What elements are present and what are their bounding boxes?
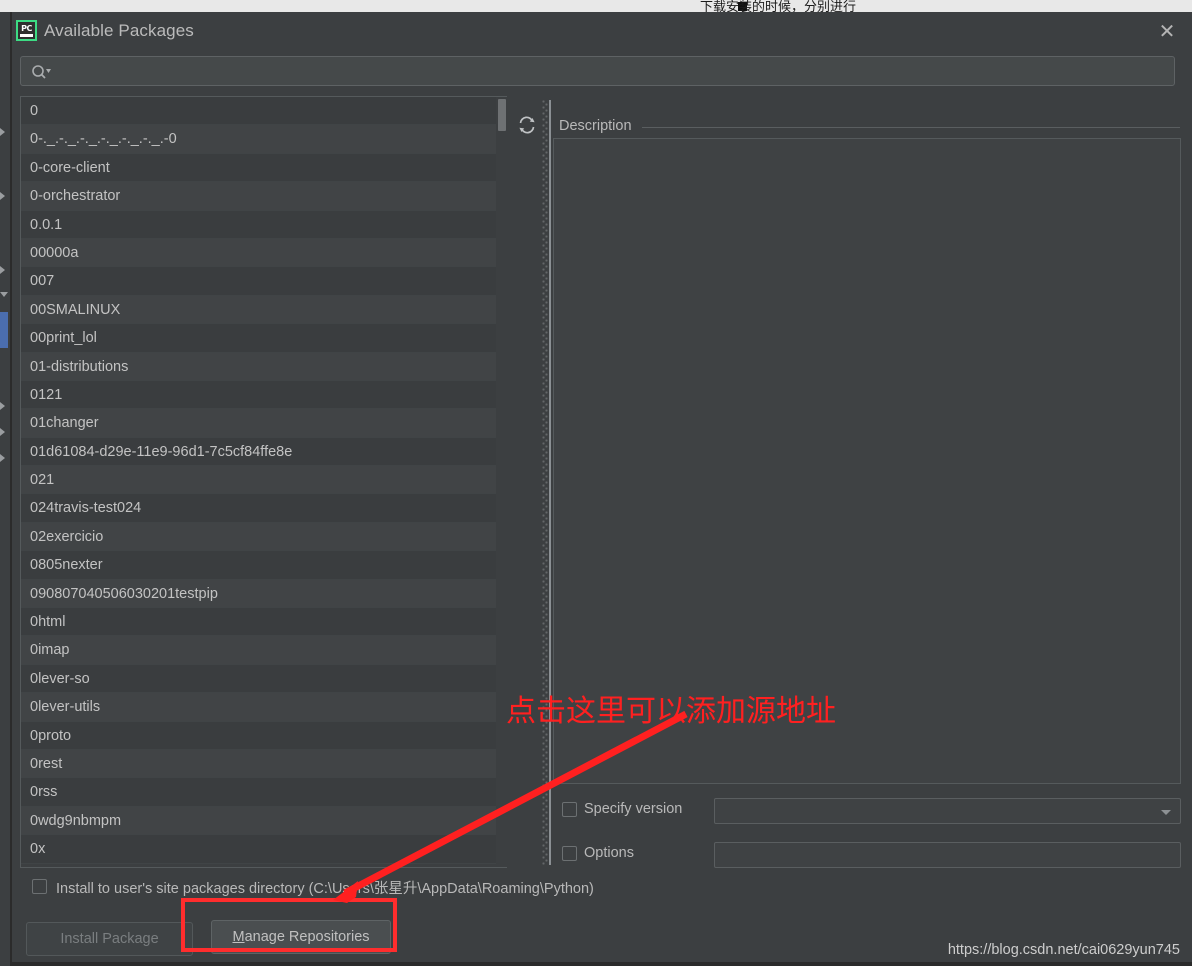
- search-icon: [31, 63, 51, 81]
- user-site-row: Install to user's site packages director…: [24, 874, 744, 900]
- tree-expand-arrow-icon: [0, 128, 5, 136]
- package-list-item[interactable]: 0imap: [21, 636, 506, 665]
- specify-version-row: Specify version: [558, 798, 1182, 824]
- package-list-item[interactable]: 0lever-so: [21, 664, 506, 694]
- package-list-item[interactable]: 01changer: [21, 409, 506, 438]
- package-list-item[interactable]: 0lever-utils: [21, 693, 506, 722]
- tree-expand-arrow-icon: [0, 192, 5, 200]
- package-list-item[interactable]: 02exercicio: [21, 522, 506, 552]
- available-packages-dialog: PC Available Packages ✕ 0 0-._.-._.-._.-.…: [12, 12, 1192, 966]
- tree-expand-arrow-icon: [0, 454, 5, 462]
- splitter-line: [549, 100, 551, 865]
- chevron-down-icon: [1161, 810, 1171, 815]
- package-list-item[interactable]: 00000a: [21, 238, 506, 268]
- specify-version-checkbox[interactable]: [562, 802, 577, 817]
- splitter-grip-icon: [542, 100, 548, 865]
- dialog-bottom-edge: [12, 962, 1192, 966]
- background-selected-row-marker: [0, 312, 8, 348]
- package-list-item[interactable]: 0rest: [21, 749, 506, 779]
- package-list-item[interactable]: 0805nexter: [21, 551, 506, 580]
- close-icon[interactable]: ✕: [1154, 18, 1180, 44]
- package-list-item[interactable]: 0rss: [21, 778, 506, 807]
- package-list-item[interactable]: 0wdg9nbmpm: [21, 806, 506, 836]
- package-list-item[interactable]: 0-._.-._.-._.-._.-._.-._.-0: [21, 125, 506, 154]
- package-list-item[interactable]: 00print_lol: [21, 324, 506, 353]
- tree-expand-arrow-icon: [0, 428, 5, 436]
- description-content: [553, 138, 1181, 784]
- package-list-item[interactable]: 0proto: [21, 721, 506, 750]
- pycharm-icon-label: PC: [21, 23, 32, 33]
- scrollbar-thumb[interactable]: [498, 99, 506, 131]
- pycharm-icon: PC: [16, 20, 37, 41]
- package-list-item[interactable]: 01-distributions: [21, 352, 506, 381]
- package-list-item[interactable]: 0-orchestrator: [21, 182, 506, 211]
- package-list-item[interactable]: 0121: [21, 380, 506, 410]
- dialog-titlebar: PC Available Packages ✕: [12, 12, 1192, 48]
- refresh-icon[interactable]: [516, 114, 538, 136]
- install-package-button[interactable]: Install Package: [26, 922, 193, 956]
- package-list-item[interactable]: 090807040506030201testpip: [21, 579, 506, 609]
- options-checkbox[interactable]: [562, 846, 577, 861]
- search-box[interactable]: [20, 56, 1175, 86]
- manage-repositories-mnemonic: M: [232, 929, 245, 945]
- search-input[interactable]: [55, 57, 1165, 85]
- manage-repositories-button[interactable]: Manage Repositories: [211, 920, 391, 954]
- options-label: Options: [584, 845, 634, 861]
- package-list-item[interactable]: 00SMALINUX: [21, 295, 506, 325]
- package-list-item[interactable]: 0-core-client: [21, 153, 506, 183]
- package-list-item[interactable]: 0.0.1: [21, 210, 506, 239]
- watermark: https://blog.csdn.net/cai0629yun745: [947, 942, 1180, 958]
- description-separator: [642, 127, 1180, 128]
- manage-repositories-label: anage Repositories: [244, 929, 370, 945]
- tree-collapse-arrow-icon: [0, 292, 8, 297]
- user-site-label: Install to user's site packages director…: [56, 881, 594, 897]
- package-list-item[interactable]: 007: [21, 267, 506, 296]
- options-row: Options: [558, 842, 1182, 868]
- screen-root: 下载安装的时候，分别进行 PC Available Packages ✕ 0 0…: [0, 0, 1192, 966]
- package-list-item[interactable]: 0: [21, 97, 506, 126]
- panel-splitter[interactable]: [540, 100, 552, 865]
- available-packages-list[interactable]: 0 0-._.-._.-._.-._.-._.-._.-0 0-core-clien…: [20, 96, 507, 868]
- package-list-item[interactable]: 021: [21, 466, 506, 495]
- background-top-text: 下载安装的时候，分别进行: [700, 0, 857, 12]
- options-input[interactable]: [714, 842, 1181, 868]
- package-list-item[interactable]: 024travis-test024: [21, 494, 506, 523]
- version-select[interactable]: [714, 798, 1181, 824]
- user-site-checkbox[interactable]: [32, 879, 47, 894]
- package-list-item[interactable]: 0x: [21, 835, 506, 864]
- pycharm-icon-bar: [20, 33, 33, 37]
- package-list-item[interactable]: 01d61084-d29e-11e9-96d1-7c5cf84ffe8e: [21, 437, 506, 467]
- package-list-scrollbar[interactable]: [496, 97, 508, 867]
- description-label: Description: [559, 118, 637, 134]
- tree-expand-arrow-icon: [0, 266, 5, 274]
- tree-expand-arrow-icon: [0, 402, 5, 410]
- background-top-strip: [0, 0, 1192, 12]
- specify-version-label: Specify version: [584, 801, 683, 817]
- dialog-title: Available Packages: [44, 21, 194, 40]
- package-list-item[interactable]: 0html: [21, 608, 506, 637]
